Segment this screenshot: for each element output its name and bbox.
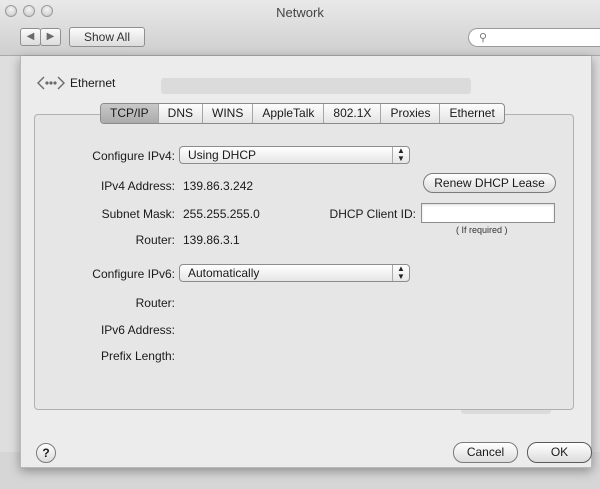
dhcp-client-id-label: DHCP Client ID: <box>329 207 416 221</box>
window-title: Network <box>276 5 324 20</box>
subnet-mask-value: 255.255.255.0 <box>183 207 260 221</box>
show-all-button[interactable]: Show All <box>69 27 145 47</box>
tab-bar: TCP/IP DNS WINS AppleTalk 802.1X Proxies… <box>100 103 505 124</box>
help-button[interactable]: ? <box>36 443 56 463</box>
ipv6-address-label: IPv6 Address: <box>100 323 175 337</box>
configure-ipv6-label: Configure IPv6: <box>92 267 175 281</box>
back-arrow-icon: ◀ <box>26 31 35 42</box>
configure-ipv6-value: Automatically <box>188 266 260 280</box>
tab-appletalk[interactable]: AppleTalk <box>253 104 325 123</box>
ipv4-router-value: 139.86.3.1 <box>183 233 240 247</box>
service-name: Ethernet <box>70 76 116 90</box>
subnet-mask-label: Subnet Mask: <box>101 207 175 221</box>
tab-dns[interactable]: DNS <box>159 104 204 123</box>
tab-tcpip[interactable]: TCP/IP <box>101 104 159 123</box>
tab-wins[interactable]: WINS <box>203 104 254 123</box>
dhcp-client-id-field[interactable] <box>421 203 555 223</box>
configure-ipv6-popup[interactable]: Automatically ▲ ▼ <box>179 264 410 282</box>
configure-ipv4-label: Configure IPv4: <box>92 149 175 163</box>
renew-dhcp-lease-button[interactable]: Renew DHCP Lease <box>423 173 556 193</box>
back-button[interactable]: ◀ <box>20 28 41 46</box>
configure-ipv4-value: Using DHCP <box>188 148 257 162</box>
window-titlebar: Network ◀ ▶ Show All ⚲ <box>0 0 600 56</box>
background-location-bar <box>161 78 471 94</box>
ethernet-icon <box>37 76 65 90</box>
configure-ipv4-popup[interactable]: Using DHCP ▲ ▼ <box>179 146 410 164</box>
tab-8021x[interactable]: 802.1X <box>324 104 382 123</box>
tab-proxies[interactable]: Proxies <box>381 104 441 123</box>
cancel-button[interactable]: Cancel <box>453 442 518 463</box>
prefix-length-label: Prefix Length: <box>100 349 175 363</box>
popup-arrows-icon: ▲ ▼ <box>392 147 409 163</box>
ipv4-address-label: IPv4 Address: <box>100 179 175 193</box>
ok-button[interactable]: OK <box>527 442 592 463</box>
popup-arrows-icon: ▲ ▼ <box>392 265 409 281</box>
tab-ethernet[interactable]: Ethernet <box>440 104 503 123</box>
forward-arrow-icon: ▶ <box>46 31 55 42</box>
ipv4-router-label: Router: <box>135 233 175 247</box>
ipv6-router-label: Router: <box>135 296 175 310</box>
dhcp-client-id-hint: ( If required ) <box>456 225 508 235</box>
search-icon: ⚲ <box>479 32 488 44</box>
ipv4-address-value: 139.86.3.242 <box>183 179 254 193</box>
forward-button[interactable]: ▶ <box>40 28 61 46</box>
search-input[interactable]: ⚲ <box>468 28 600 47</box>
